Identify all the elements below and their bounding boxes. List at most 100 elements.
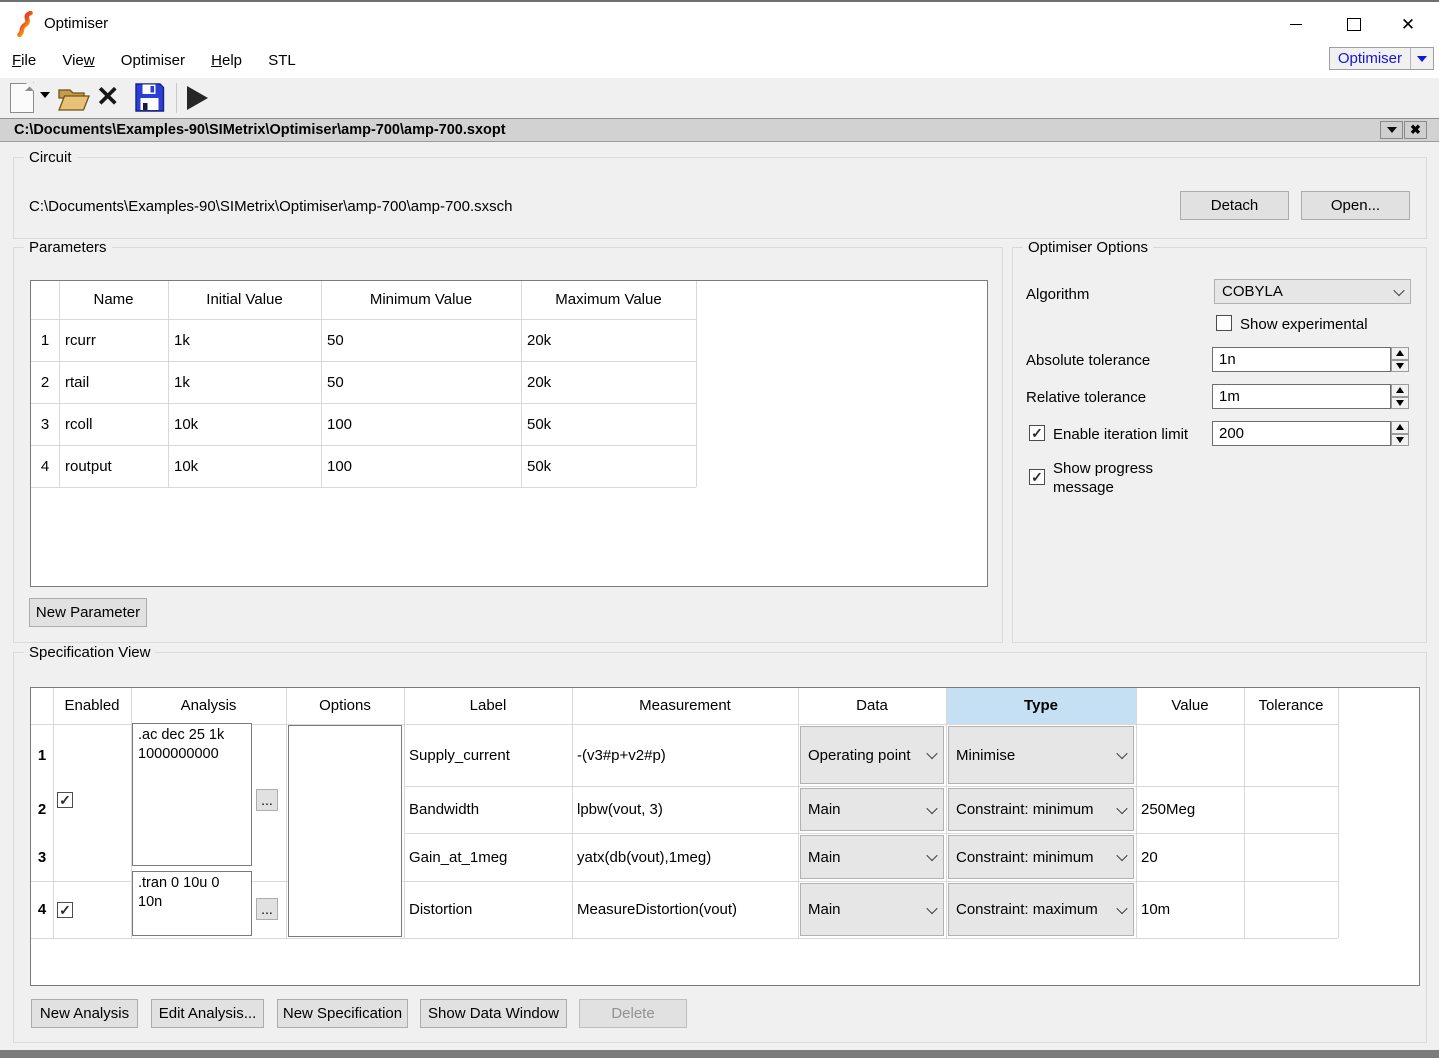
data-select[interactable]: Main [800,788,944,831]
spec-value-cell[interactable]: 10m [1141,881,1170,938]
document-selector-dropdown[interactable]: Optimiser [1329,47,1434,70]
show-experimental-checkbox[interactable] [1216,315,1232,331]
circuit-path: C:\Documents\Examples-90\SIMetrix\Optimi… [29,198,513,215]
new-document-button[interactable] [10,83,34,113]
menu-stl[interactable]: STL [257,45,307,76]
menu-view[interactable]: View [51,45,105,76]
column-header-initial-value: Initial Value [168,282,321,318]
minimize-button[interactable] [1273,8,1319,40]
type-select[interactable]: Constraint: minimum [948,835,1134,879]
show-data-window-button[interactable]: Show Data Window [420,999,567,1028]
parameters-groupbox-title: Parameters [24,239,112,256]
chevron-down-icon [1116,902,1127,913]
spin-up-icon[interactable] [1391,421,1409,434]
param-name-cell[interactable]: rtail [65,361,89,403]
type-select[interactable]: Constraint: maximum [948,883,1134,936]
spec-measurement-cell[interactable]: lpbw(vout, 3) [577,786,663,833]
param-initial-cell[interactable]: 1k [174,361,190,403]
type-select[interactable]: Constraint: minimum [948,788,1134,831]
close-document-button[interactable]: ✕ [96,80,119,114]
param-name-cell[interactable]: rcoll [65,403,93,445]
param-min-cell[interactable]: 50 [327,319,344,361]
parameters-table[interactable]: Name Initial Value Minimum Value Maximum… [30,280,988,587]
menu-file[interactable]: File [0,45,47,76]
analysis-definition-ac[interactable]: .ac dec 25 1k 1000000000 [132,723,252,866]
new-specification-button[interactable]: New Specification [277,999,408,1028]
row-number: 2 [31,361,59,403]
type-select[interactable]: Minimise [948,726,1134,784]
param-min-cell[interactable]: 100 [327,403,352,445]
analysis-edit-more-button[interactable]: ... [256,898,278,920]
spec-label-cell[interactable]: Distortion [409,881,472,938]
spec-measurement-cell[interactable]: MeasureDistortion(vout) [577,881,737,938]
close-button[interactable]: ✕ [1385,8,1431,40]
data-select[interactable]: Operating point [800,726,944,784]
absolute-tolerance-spinner[interactable] [1391,347,1409,372]
analysis-definition-tran[interactable]: .tran 0 10u 0 10n [132,871,252,936]
param-max-cell[interactable]: 50k [527,403,551,445]
document-path: C:\Documents\Examples-90\SIMetrix\Optimi… [14,119,506,141]
param-min-cell[interactable]: 50 [327,361,344,403]
param-max-cell[interactable]: 20k [527,361,551,403]
spec-measurement-cell[interactable]: yatx(db(vout),1meg) [577,833,711,881]
param-name-cell[interactable]: rcurr [65,319,96,361]
chevron-down-icon[interactable] [1411,56,1433,62]
analysis-enabled-checkbox[interactable]: ✓ [57,792,73,808]
param-max-cell[interactable]: 20k [527,319,551,361]
menu-help[interactable]: Help [200,45,253,76]
absolute-tolerance-input[interactable]: 1n [1212,347,1391,372]
spec-value-cell[interactable]: 20 [1141,833,1158,881]
analysis-enabled-checkbox[interactable]: ✓ [57,902,73,918]
spin-up-icon[interactable] [1391,347,1409,360]
row-number: 1 [31,319,59,361]
run-button[interactable] [187,86,208,110]
param-min-cell[interactable]: 100 [327,445,352,487]
algorithm-select[interactable]: COBYLA [1214,279,1411,304]
iteration-limit-spinner[interactable] [1391,421,1409,446]
spin-down-icon[interactable] [1391,360,1409,373]
spec-measurement-cell[interactable]: -(v3#p+v2#p) [577,724,666,786]
algorithm-value: COBYLA [1222,283,1283,300]
new-analysis-button[interactable]: New Analysis [31,999,138,1028]
pathbar-dropdown-button[interactable] [1380,121,1403,139]
menu-optimiser[interactable]: Optimiser [110,45,196,76]
param-initial-cell[interactable]: 10k [174,403,198,445]
spin-down-icon[interactable] [1391,434,1409,447]
spec-label-cell[interactable]: Bandwidth [409,786,479,833]
data-select[interactable]: Main [800,835,944,879]
analysis-edit-more-button[interactable]: ... [256,789,278,811]
spec-value-cell[interactable]: 250Meg [1141,786,1195,833]
data-select[interactable]: Main [800,883,944,936]
save-button[interactable] [134,82,165,113]
background-window-sliver-bottom [0,1050,1439,1058]
edit-analysis-button[interactable]: Edit Analysis... [151,999,264,1028]
iteration-limit-input[interactable]: 200 [1212,421,1391,446]
specification-table[interactable]: Enabled Analysis Options Label Measureme… [30,687,1420,986]
spin-up-icon[interactable] [1391,384,1409,397]
spec-label-cell[interactable]: Supply_current [409,724,510,786]
pathbar-close-button[interactable]: ✖ [1404,121,1427,139]
enable-iteration-limit-checkbox[interactable]: ✓ [1029,425,1045,441]
new-document-dropdown-arrow[interactable] [40,92,50,98]
chevron-down-icon [926,748,937,759]
chevron-down-icon [1387,127,1397,133]
app-logo-icon [14,11,38,37]
options-edit-box[interactable] [288,725,402,937]
param-name-cell[interactable]: routput [65,445,112,487]
optimiser-options-title: Optimiser Options [1023,239,1153,256]
spin-down-icon[interactable] [1391,397,1409,410]
spec-label-cell[interactable]: Gain_at_1meg [409,833,507,881]
new-parameter-button[interactable]: New Parameter [29,598,147,627]
type-value: Constraint: minimum [956,849,1094,866]
detach-button[interactable]: Detach [1180,191,1289,220]
chevron-down-icon [1116,802,1127,813]
open-folder-button[interactable] [57,85,91,112]
show-progress-checkbox[interactable]: ✓ [1029,469,1045,485]
param-max-cell[interactable]: 50k [527,445,551,487]
open-button[interactable]: Open... [1301,191,1410,220]
maximize-button[interactable] [1331,8,1377,40]
param-initial-cell[interactable]: 1k [174,319,190,361]
relative-tolerance-input[interactable]: 1m [1212,384,1391,409]
param-initial-cell[interactable]: 10k [174,445,198,487]
relative-tolerance-spinner[interactable] [1391,384,1409,409]
